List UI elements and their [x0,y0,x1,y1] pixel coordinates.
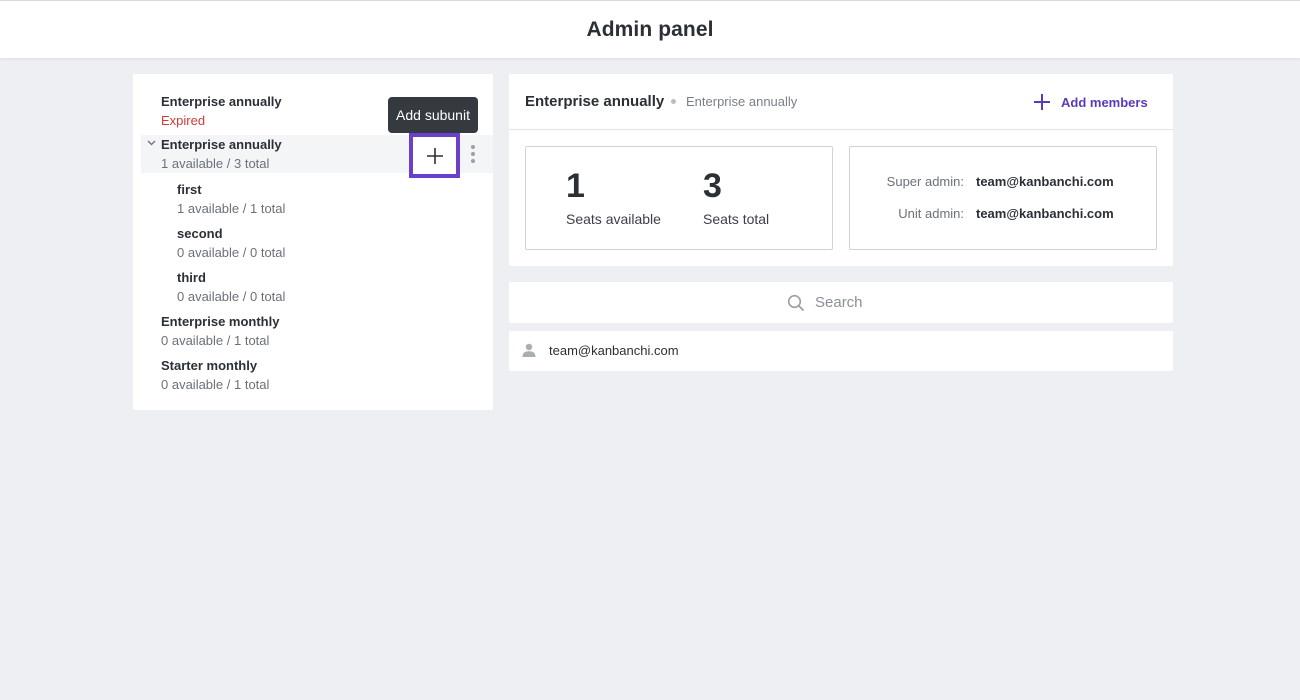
super-admin-email: team@kanbanchi.com [976,174,1114,189]
seats-total-count: 3 [703,167,722,205]
unit-detail-card: Enterprise annually Enterprise annually … [509,74,1173,266]
search-icon [787,294,805,311]
detail-title: Enterprise annually [525,93,665,110]
plus-icon [426,147,443,164]
unit-seats: 0 available / 1 total [161,377,270,392]
add-subunit-button[interactable] [409,133,460,178]
search-input[interactable] [815,294,895,311]
chevron-down-icon[interactable] [147,140,156,148]
seats-available-count: 1 [566,167,585,205]
add-members-button[interactable]: Add members [1033,91,1148,113]
unit-seats: 0 available / 0 total [177,245,286,260]
separator-dot [671,99,676,104]
top-bar: Admin panel [0,0,1300,58]
unit-more-menu-button[interactable] [470,145,476,163]
unit-item-starter-monthly[interactable]: Starter monthly 0 available / 1 total [133,358,493,398]
seats-total-label: Seats total [703,211,770,227]
kebab-dot-icon [471,159,475,163]
unit-item-enterprise-monthly[interactable]: Enterprise monthly 0 available / 1 total [133,314,493,354]
unit-name: second [177,226,223,241]
seats-summary: 1 Seats available 3 Seats total [525,146,833,250]
detail-subtitle: Enterprise annually [686,94,798,109]
page-title: Admin panel [586,17,714,41]
unit-name: Enterprise annually [161,94,282,109]
member-search-bar[interactable] [509,282,1173,323]
unit-seats: 0 available / 0 total [177,289,286,304]
subunit-item-second[interactable]: second 0 available / 0 total [133,226,493,266]
unit-name: third [177,270,206,285]
unit-name: Enterprise monthly [161,314,280,329]
subunit-item-first[interactable]: first 1 available / 1 total [133,182,493,222]
add-subunit-tooltip: Add subunit [388,97,478,133]
admins-summary: Super admin: team@kanbanchi.com Unit adm… [849,146,1157,250]
subunit-item-third[interactable]: third 0 available / 0 total [133,270,493,310]
seats-available-label: Seats available [566,211,661,227]
unit-seats: 0 available / 1 total [161,333,270,348]
member-row[interactable]: team@kanbanchi.com [509,331,1173,371]
unit-name: Starter monthly [161,358,258,373]
add-members-label: Add members [1061,94,1148,110]
detail-header: Enterprise annually Enterprise annually … [509,74,1173,130]
unit-seats: 1 available / 3 total [161,156,270,171]
kebab-dot-icon [471,145,475,149]
user-icon [522,343,536,357]
unit-name: first [177,182,202,197]
unit-seats: 1 available / 1 total [177,201,286,216]
plus-icon [1034,94,1050,110]
unit-name: Enterprise annually [161,137,282,152]
member-email: team@kanbanchi.com [549,343,679,358]
unit-admin-email: team@kanbanchi.com [976,206,1114,221]
kebab-dot-icon [471,152,475,156]
unit-status-expired: Expired [161,113,206,128]
unit-admin-label: Unit admin: [898,206,964,221]
units-panel: Enterprise annually Expired Enterprise a… [133,74,493,410]
super-admin-label: Super admin: [886,174,964,189]
